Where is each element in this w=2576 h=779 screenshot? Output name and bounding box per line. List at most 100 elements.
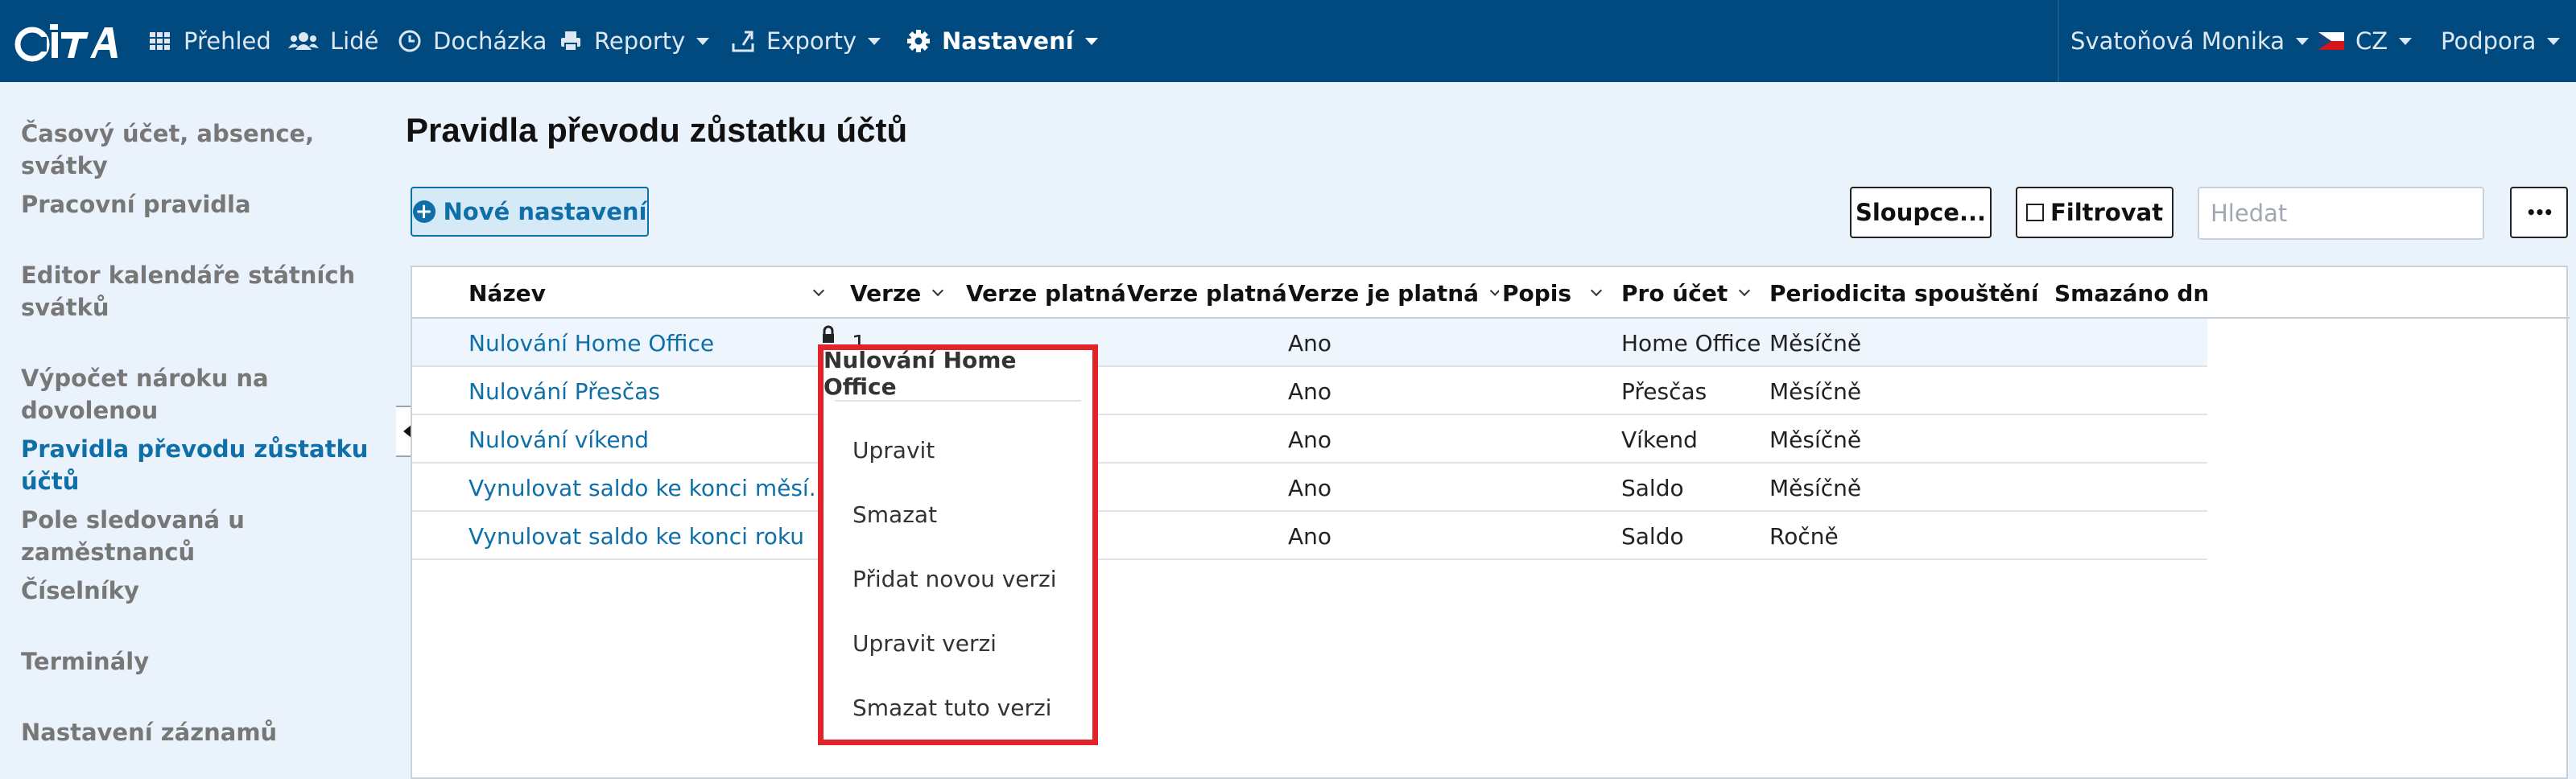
column-header-label: Popis [1502,279,1572,307]
sidebar-item-casovy-ucet[interactable]: Časový účet, absence, svátky [21,117,383,182]
gear-icon [907,30,930,52]
row-account: Přesčas [1621,377,1707,405]
checkbox-icon [2025,204,2044,221]
table-row[interactable]: Nulování Přesčas Ano Přesčas Měsíčně [412,367,2207,415]
clock-icon [398,30,421,52]
nav-prehled-label: Přehled [184,27,271,55]
sidebar-item-vypocet-naroku[interactable]: Výpočet nároku na dovolenou [21,362,383,427]
search-input[interactable] [2199,188,2483,238]
printer-icon [561,31,580,52]
row-name-link[interactable]: Vynulovat saldo ke konci roku [469,512,804,560]
column-header-verze-platna-od[interactable]: Verze platná od [966,267,1127,319]
row-name-link[interactable]: Nulování Home Office [469,319,714,367]
nav-reporty-label: Reporty [594,27,686,55]
row-period: Měsíčně [1769,426,1862,453]
column-header-label: Pro účet [1621,279,1728,307]
row-valid: Ano [1288,522,1332,550]
grid-icon [150,32,170,50]
table-row[interactable]: Vynulovat saldo ke konci měsí... Ano Sal… [412,464,2207,512]
nav-nastaveni-label: Nastavení [942,27,1074,55]
navbar-divider [2058,0,2059,82]
export-icon [732,31,754,52]
row-period: Měsíčně [1769,329,1862,357]
sidebar-item-terminaly[interactable]: Terminály [21,645,383,678]
user-menu[interactable]: Svatoňová Monika [2070,0,2309,82]
column-header-nazev[interactable]: Název [469,267,831,319]
menu-item-smazat-verzi[interactable]: Smazat tuto verzi [852,695,1051,721]
czech-flag-icon [2318,32,2344,50]
support-label: Podpora [2441,27,2537,55]
column-header-pro-ucet[interactable]: Pro účet [1621,267,1758,319]
lock-icon [823,325,834,343]
new-setting-button[interactable]: + Nové nastavení [411,187,649,237]
column-header-smazano-dne[interactable]: Smazáno dne [2054,267,2207,319]
column-header-verze-je-platna[interactable]: Verze je platná [1288,267,1499,319]
nav-dochazka-label: Docházka [433,27,547,55]
chevron-down-icon [2547,37,2561,45]
nav-lide[interactable]: Lidé [288,0,378,82]
row-period: Měsíčně [1769,474,1862,501]
row-period: Ročně [1769,522,1839,550]
more-options-button[interactable]: ••• [2510,187,2568,238]
nav-exporty-label: Exporty [766,27,857,55]
nav-exporty[interactable]: Exporty [731,0,881,82]
top-navbar: Přehled Lidé Docházka Reporty Exporty Na… [0,0,2576,82]
language-label: CZ [2355,27,2388,55]
table-row[interactable]: Nulování víkend Ano Víkend Měsíčně [412,415,2207,464]
chevron-down-icon [2295,37,2309,45]
chevron-down-icon [1084,37,1098,45]
column-header-popis[interactable]: Popis [1502,267,1623,319]
sidebar-item-pravidla-prevodu[interactable]: Pravidla převodu zůstatku účtů [21,433,383,497]
menu-item-upravit[interactable]: Upravit [852,437,935,464]
nav-dochazka[interactable]: Docházka [398,0,547,82]
table-row[interactable]: Vynulovat saldo ke konci roku Ano Saldo … [412,512,2207,560]
chevron-down-icon [932,284,944,297]
chevron-down-icon [1591,284,1603,297]
page-title: Pravidla převodu zůstatku účtů [406,111,908,149]
filter-button-label: Filtrovat [2050,199,2164,226]
row-name-link[interactable]: Nulování Přesčas [469,367,660,415]
column-header-periodicita[interactable]: Periodicita spouštění [1769,267,2038,319]
menu-item-upravit-verzi[interactable]: Upravit verzi [852,630,997,657]
column-header-label: Verze platná od [966,279,1127,307]
row-name-link[interactable]: Vynulovat saldo ke konci měsí... [469,464,830,512]
nav-prehled[interactable]: Přehled [148,0,271,82]
row-account: Saldo [1621,474,1684,501]
chevron-down-icon [2399,37,2413,45]
row-account: Víkend [1621,426,1698,453]
users-icon [288,32,319,50]
sidebar-item-ciselniky[interactable]: Číselníky [21,575,383,607]
row-valid: Ano [1288,474,1332,501]
language-menu[interactable]: CZ [2318,0,2413,82]
chevron-down-icon [696,37,710,45]
sidebar-item-nastaveni-zaznamu[interactable]: Nastavení záznamů [21,716,383,748]
chevron-down-icon [868,37,881,45]
menu-item-smazat[interactable]: Smazat [852,501,937,528]
column-header-verze[interactable]: Verze [850,267,955,319]
column-header-label: Verze je platná [1288,279,1480,307]
search-field[interactable] [2198,187,2484,240]
column-header-label: Smazáno dne [2054,279,2207,307]
nav-reporty[interactable]: Reporty [559,0,710,82]
context-menu-title: Nulování Home Office [824,347,1017,400]
columns-button[interactable]: Sloupce... [1850,187,1992,238]
support-menu[interactable]: Podpora [2441,0,2561,82]
column-header-label: Verze [850,279,922,307]
sidebar-item-editor-kalendare[interactable]: Editor kalendáře státních svátků [21,259,383,324]
row-name-link[interactable]: Nulování víkend [469,415,649,464]
rules-table: Název Verze Verze platná od Verze platná… [411,266,2570,779]
column-header-label: Verze platná do [1127,279,1288,307]
column-header-label: Název [469,279,546,307]
row-account: Saldo [1621,522,1684,550]
table-row[interactable]: Nulování Home Office 1 Ano Home Office M… [412,319,2207,367]
sidebar-item-pracovni-pravidla[interactable]: Pracovní pravidla [21,188,383,221]
column-header-verze-platna-do[interactable]: Verze platná do [1127,267,1288,319]
cita-logo[interactable] [14,21,126,64]
filter-button[interactable]: Filtrovat [2016,187,2174,238]
row-account: Home Office [1621,329,1761,357]
menu-item-pridat-verzi[interactable]: Přidat novou verzi [852,566,1057,592]
chevron-down-icon [1489,285,1499,296]
nav-nastaveni[interactable]: Nastavení [906,0,1098,82]
plus-circle-icon: + [412,200,436,223]
sidebar-item-pole-sledovana[interactable]: Pole sledovaná u zaměstnanců [21,504,383,568]
